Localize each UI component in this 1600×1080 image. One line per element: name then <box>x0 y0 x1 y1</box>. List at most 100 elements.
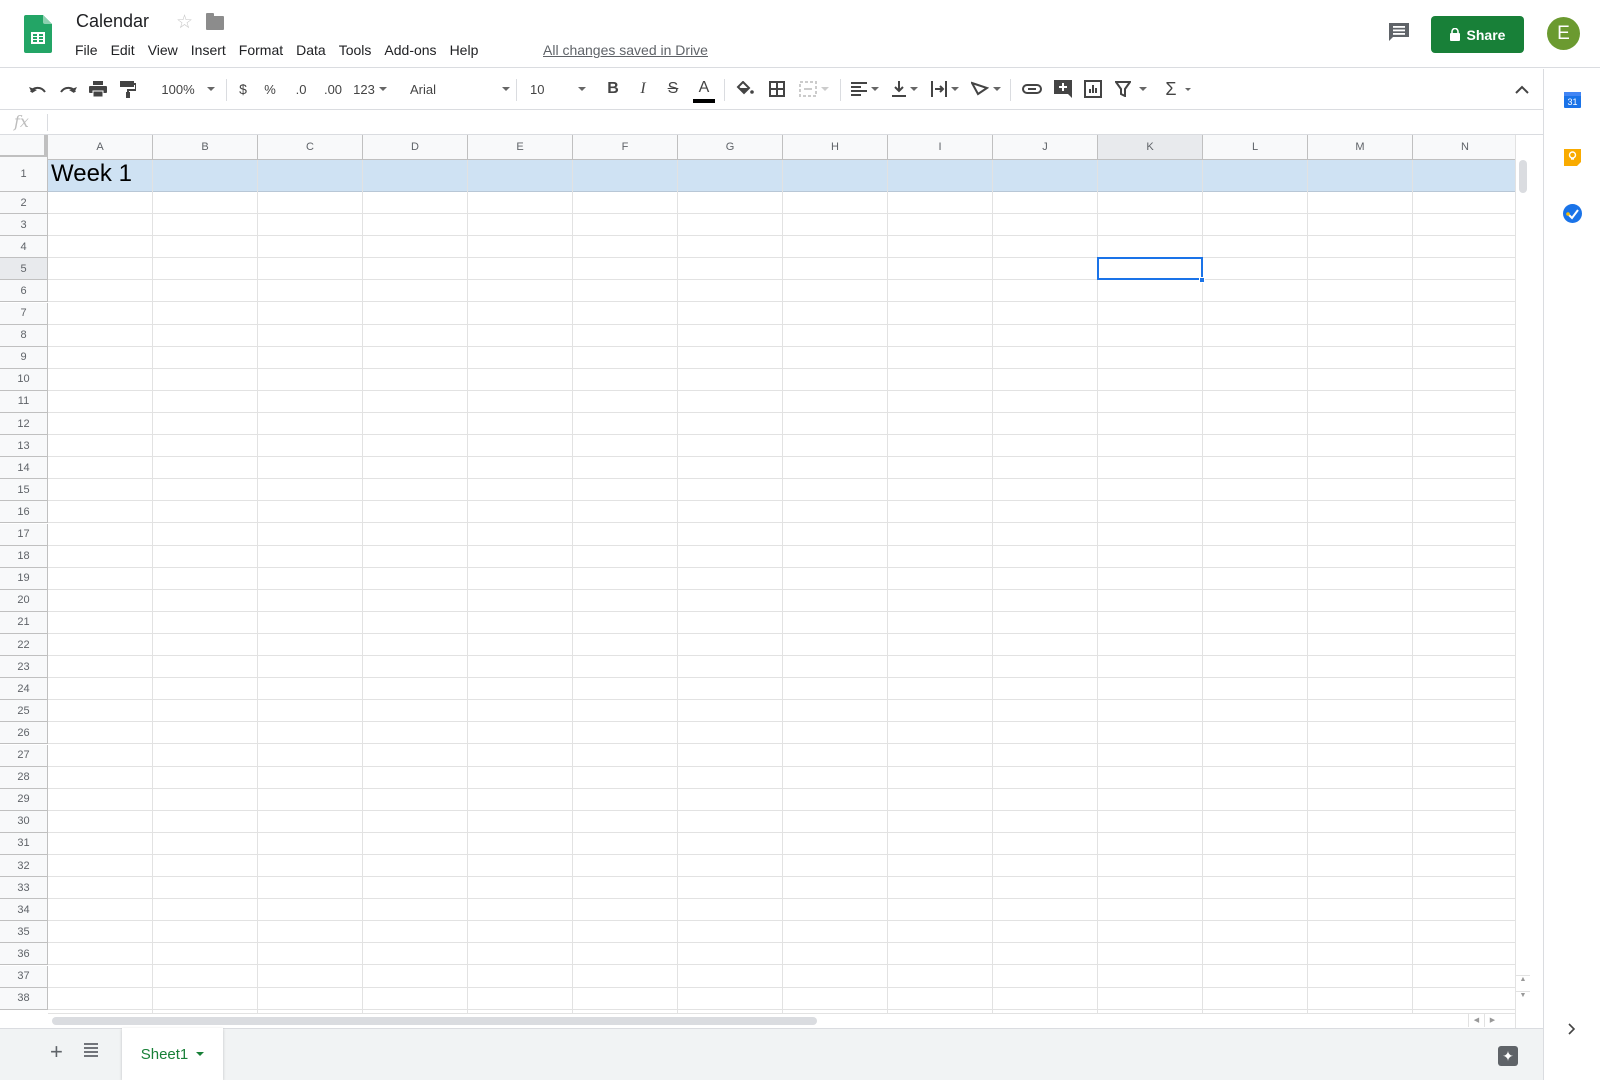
functions-icon[interactable]: Σ <box>1160 77 1196 101</box>
tasks-icon[interactable] <box>1563 204 1582 223</box>
insert-chart-icon[interactable] <box>1082 77 1104 101</box>
filter-icon[interactable] <box>1112 77 1150 101</box>
row-header-34[interactable]: 34 <box>0 899 48 922</box>
row-header-23[interactable]: 23 <box>0 656 48 679</box>
italic-button[interactable]: I <box>634 77 652 101</box>
row-header-37[interactable]: 37 <box>0 965 48 988</box>
percent-format-button[interactable]: % <box>262 77 278 101</box>
row-header-7[interactable]: 7 <box>0 302 48 325</box>
vertical-scrollbar[interactable]: ▲ ▼ <box>1515 135 1530 1028</box>
row-header-11[interactable]: 11 <box>0 390 48 413</box>
row-header-13[interactable]: 13 <box>0 435 48 458</box>
column-header-I[interactable]: I <box>888 135 993 160</box>
scroll-down-icon[interactable]: ▼ <box>1516 991 1530 1006</box>
row-header-35[interactable]: 35 <box>0 921 48 944</box>
column-header-H[interactable]: H <box>783 135 888 160</box>
row-header-31[interactable]: 31 <box>0 832 48 855</box>
row-header-33[interactable]: 33 <box>0 877 48 900</box>
more-formats-button[interactable]: 123 <box>352 77 388 101</box>
row-header-9[interactable]: 9 <box>0 346 48 369</box>
row-header-22[interactable]: 22 <box>0 634 48 657</box>
row-header-1[interactable]: 1 <box>0 157 48 192</box>
row-header-16[interactable]: 16 <box>0 501 48 524</box>
menu-file[interactable]: File <box>75 42 98 58</box>
menu-format[interactable]: Format <box>239 42 283 58</box>
add-sheet-button[interactable]: + <box>50 1039 63 1065</box>
increase-decimal-button[interactable]: .00 <box>320 77 346 101</box>
row-header-8[interactable]: 8 <box>0 324 48 347</box>
document-title[interactable]: Calendar <box>76 11 149 32</box>
avatar[interactable]: E <box>1547 17 1580 50</box>
row-header-12[interactable]: 12 <box>0 413 48 436</box>
redo-icon[interactable] <box>56 77 80 101</box>
horizontal-scroll-thumb[interactable] <box>52 1017 817 1025</box>
print-icon[interactable] <box>86 77 110 101</box>
insert-comment-icon[interactable] <box>1052 77 1074 101</box>
column-header-F[interactable]: F <box>573 135 678 160</box>
currency-format-button[interactable]: $ <box>235 77 251 101</box>
scroll-up-icon[interactable]: ▲ <box>1516 975 1530 990</box>
menu-addons[interactable]: Add-ons <box>384 42 436 58</box>
row-header-17[interactable]: 17 <box>0 523 48 546</box>
row-header-15[interactable]: 15 <box>0 479 48 502</box>
row-header-32[interactable]: 32 <box>0 855 48 878</box>
row-header-5[interactable]: 5 <box>0 258 48 281</box>
row-header-36[interactable]: 36 <box>0 943 48 966</box>
all-sheets-icon[interactable] <box>84 1043 98 1057</box>
column-header-D[interactable]: D <box>363 135 468 160</box>
column-header-M[interactable]: M <box>1308 135 1413 160</box>
horizontal-align-icon[interactable] <box>848 77 882 101</box>
column-header-L[interactable]: L <box>1203 135 1308 160</box>
row-header-19[interactable]: 19 <box>0 567 48 590</box>
menu-data[interactable]: Data <box>296 42 326 58</box>
borders-icon[interactable] <box>766 77 788 101</box>
scroll-left-icon[interactable]: ◀ <box>1468 1014 1484 1027</box>
font-select[interactable]: Arial <box>410 77 510 101</box>
vertical-align-icon[interactable] <box>888 77 922 101</box>
column-header-B[interactable]: B <box>153 135 258 160</box>
explore-icon[interactable]: ✦ <box>1498 1046 1518 1066</box>
row-header-3[interactable]: 3 <box>0 214 48 237</box>
vertical-scroll-thumb[interactable] <box>1519 160 1527 193</box>
decrease-decimal-button[interactable]: .0 <box>291 77 311 101</box>
menu-tools[interactable]: Tools <box>339 42 372 58</box>
strikethrough-button[interactable]: S <box>664 77 682 101</box>
font-size-select[interactable]: 10 <box>530 77 586 101</box>
row-header-24[interactable]: 24 <box>0 678 48 701</box>
row-header-26[interactable]: 26 <box>0 722 48 745</box>
row-header-2[interactable]: 2 <box>0 192 48 215</box>
undo-icon[interactable] <box>26 77 50 101</box>
row-header-18[interactable]: 18 <box>0 545 48 568</box>
menu-insert[interactable]: Insert <box>191 42 226 58</box>
spreadsheet-grid[interactable]: 1 2 3 4 5 6 7 8 9 10 11 12 13 14 15 16 17 18 19 20 21 22 23 24 2… <box>0 135 1530 1028</box>
sheet-tab-sheet1[interactable]: Sheet1 <box>122 1028 223 1080</box>
text-wrapping-icon[interactable] <box>928 77 962 101</box>
share-button[interactable]: Share <box>1431 16 1524 53</box>
row-header-21[interactable]: 21 <box>0 611 48 634</box>
text-color-button[interactable]: A <box>693 77 715 103</box>
row-header-14[interactable]: 14 <box>0 457 48 480</box>
row-header-30[interactable]: 30 <box>0 810 48 833</box>
fill-color-icon[interactable] <box>734 77 756 101</box>
folder-icon[interactable] <box>206 13 224 30</box>
row-header-20[interactable]: 20 <box>0 589 48 612</box>
collapse-toolbar-icon[interactable] <box>1510 77 1534 101</box>
calendar-icon[interactable]: 31 <box>1564 90 1581 108</box>
column-header-C[interactable]: C <box>258 135 363 160</box>
keep-icon[interactable] <box>1564 148 1581 166</box>
text-rotation-icon[interactable] <box>968 77 1004 101</box>
menu-edit[interactable]: Edit <box>111 42 135 58</box>
insert-link-icon[interactable] <box>1020 77 1044 101</box>
paint-format-icon[interactable] <box>116 77 140 101</box>
column-header-J[interactable]: J <box>993 135 1098 160</box>
row-header-27[interactable]: 27 <box>0 744 48 767</box>
column-header-K[interactable]: K <box>1098 135 1203 160</box>
row-header-6[interactable]: 6 <box>0 280 48 303</box>
column-header-A[interactable]: A <box>48 135 153 160</box>
column-header-E[interactable]: E <box>468 135 573 160</box>
row-header-25[interactable]: 25 <box>0 700 48 723</box>
column-header-N[interactable]: N <box>1413 135 1518 160</box>
row-header-10[interactable]: 10 <box>0 368 48 391</box>
comments-icon[interactable] <box>1388 22 1410 42</box>
selected-cell-k5[interactable] <box>1097 257 1203 281</box>
